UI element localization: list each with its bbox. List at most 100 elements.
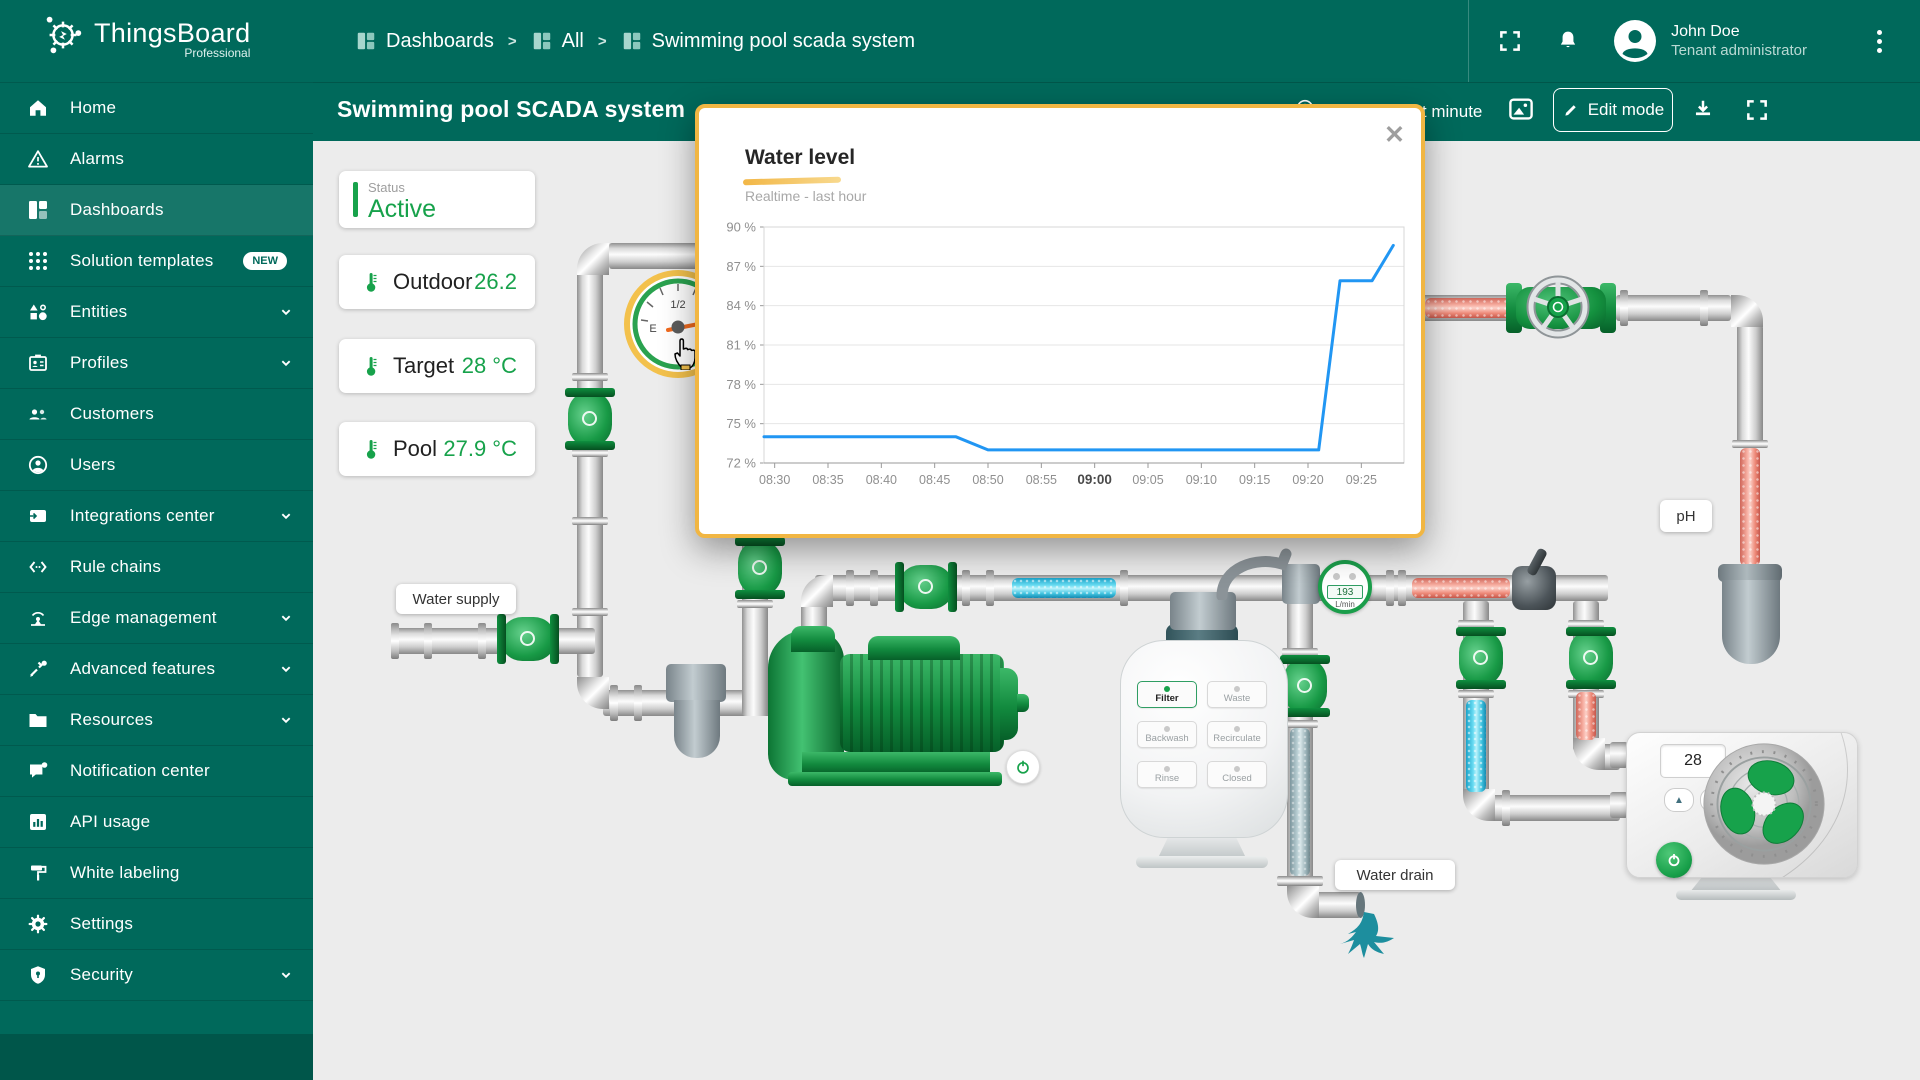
valve-indicator <box>582 411 597 426</box>
pump-motor-cap <box>1000 668 1018 740</box>
status-accent-bar <box>353 182 358 217</box>
dashboard-fullscreen-icon[interactable] <box>1744 97 1770 123</box>
green-valve[interactable] <box>497 614 559 664</box>
breadcrumb-item[interactable]: Dashboards <box>355 30 494 53</box>
heat-pump-power-button[interactable] <box>1656 842 1692 878</box>
more-menu-icon[interactable] <box>1877 29 1882 53</box>
green-valve[interactable] <box>1566 627 1616 689</box>
profiles-icon <box>26 351 50 375</box>
sidebar-item-advanced-features[interactable]: Advanced features <box>0 644 313 695</box>
temperature-label: Pool <box>393 436 438 461</box>
green-valve[interactable] <box>1456 627 1506 689</box>
sidebar-item-label: Customers <box>70 404 154 423</box>
green-valve[interactable] <box>565 388 615 450</box>
sidebar-item-dashboards[interactable]: Dashboards <box>0 185 313 236</box>
svg-text:09:15: 09:15 <box>1239 473 1270 487</box>
tank-mode-button-closed[interactable]: Closed <box>1207 761 1267 788</box>
svg-text:08:40: 08:40 <box>866 473 897 487</box>
breadcrumb-item[interactable]: All <box>531 30 584 53</box>
chevron-down-icon <box>275 658 297 680</box>
pipe-flange <box>1732 440 1768 448</box>
pipe-flange <box>572 449 608 457</box>
sidebar-item-integrations-center[interactable]: Integrations center <box>0 491 313 542</box>
user-avatar[interactable] <box>1613 19 1657 63</box>
users-icon <box>26 453 50 477</box>
breadcrumb-item[interactable]: Swimming pool scada system <box>621 30 915 53</box>
thingsboard-logo-icon <box>46 16 82 54</box>
sidebar-item-customers[interactable]: Customers <box>0 389 313 440</box>
sidebar-item-label: Home <box>70 98 117 117</box>
breadcrumb-separator: > <box>507 32 517 50</box>
pipe-flange <box>1620 290 1628 326</box>
sidebar-item-security[interactable]: Security <box>0 950 313 1001</box>
gate-valve-handwheel[interactable] <box>1524 273 1592 341</box>
pipe-flange <box>870 570 878 606</box>
thingsboard-logo[interactable]: ThingsBoard Professional <box>40 12 250 60</box>
green-valve[interactable] <box>895 562 957 612</box>
temperature-card-target: Target 28 °C <box>339 339 535 393</box>
green-valve[interactable] <box>735 537 785 599</box>
pump-base <box>802 752 990 774</box>
customers-icon <box>26 402 50 426</box>
pipe <box>1616 295 1731 321</box>
breadcrumb-separator: > <box>597 32 607 50</box>
api-usage-icon <box>26 810 50 834</box>
sidebar-item-white-labeling[interactable]: White labeling <box>0 848 313 899</box>
sidebar-item-settings[interactable]: Settings <box>0 899 313 950</box>
pipe-flange <box>1398 570 1406 606</box>
page-title: Swimming pool SCADA system <box>337 96 686 122</box>
sidebar-item-profiles[interactable]: Profiles <box>0 338 313 389</box>
gauge-empty-label: E <box>649 323 656 335</box>
sidebar-item-api-usage[interactable]: API usage <box>0 797 313 848</box>
tank-mode-button-rinse[interactable]: Rinse <box>1137 761 1197 788</box>
sidebar-item-entities[interactable]: Entities <box>0 287 313 338</box>
sidebar-item-home[interactable]: Home <box>0 83 313 134</box>
sidebar-item-solution-templates[interactable]: Solution templates NEW <box>0 236 313 287</box>
new-badge: NEW <box>243 252 287 270</box>
svg-text:81 %: 81 % <box>726 338 756 353</box>
pipe-flange <box>424 623 432 659</box>
sidebar-item-resources[interactable]: Resources <box>0 695 313 746</box>
download-icon[interactable] <box>1690 97 1716 123</box>
sidebar-item-alarms[interactable]: Alarms <box>0 134 313 185</box>
pipe-flange <box>1120 570 1128 606</box>
image-widget-icon[interactable] <box>1506 94 1536 124</box>
fullscreen-icon[interactable] <box>1497 28 1523 54</box>
sidebar-item-notification-center[interactable]: Notification center <box>0 746 313 797</box>
chevron-down-icon <box>275 709 297 731</box>
user-info[interactable]: John Doe Tenant administrator <box>1671 22 1807 60</box>
tank-mode-button-recirculate[interactable]: Recirculate <box>1207 721 1267 748</box>
flow-meter[interactable]: 193 L/min <box>1318 560 1372 614</box>
sidebar-item-label: Settings <box>70 914 134 933</box>
tank-mode-button-filter[interactable]: Filter <box>1137 681 1197 708</box>
tank-mode-button-backwash[interactable]: Backwash <box>1137 721 1197 748</box>
mode-label: Backwash <box>1145 732 1189 744</box>
pump-power-button[interactable] <box>1006 750 1040 784</box>
dashboard-tile-icon <box>355 30 377 52</box>
svg-text:90 %: 90 % <box>726 220 756 235</box>
valve-indicator <box>918 579 933 594</box>
sidebar-item-rule-chains[interactable]: Rule chains <box>0 542 313 593</box>
chevron-down-icon <box>275 301 297 323</box>
tank-mode-button-waste[interactable]: Waste <box>1207 681 1267 708</box>
pencil-icon <box>1565 105 1576 116</box>
ball-valve[interactable] <box>1512 547 1556 610</box>
green-valve[interactable] <box>1280 655 1330 717</box>
edit-mode-label: Edit mode <box>1587 100 1665 119</box>
status-label: Status <box>368 180 405 195</box>
modal-close-button[interactable]: ✕ <box>1384 123 1405 148</box>
edit-mode-button[interactable]: Edit mode <box>1553 88 1673 132</box>
valve-indicator <box>1473 650 1488 665</box>
sidebar-item-edge-management[interactable]: Edge management <box>0 593 313 644</box>
advanced-features-icon <box>26 657 50 681</box>
sidebar: Home Alarms Dashboards Solution templates NE… <box>0 82 313 1080</box>
mode-indicator-dot <box>1164 725 1170 732</box>
sidebar-item-users[interactable]: Users <box>0 440 313 491</box>
modal-subtitle: Realtime - last hour <box>745 188 867 204</box>
pipe-flange <box>1386 570 1394 606</box>
mode-label: Recirculate <box>1213 732 1261 744</box>
heat-pump-up-button[interactable]: ▲ <box>1664 788 1694 812</box>
sidebar-item-label: Entities <box>70 302 128 321</box>
notifications-bell-icon[interactable] <box>1555 28 1581 54</box>
multiport-handle[interactable] <box>1216 548 1294 600</box>
